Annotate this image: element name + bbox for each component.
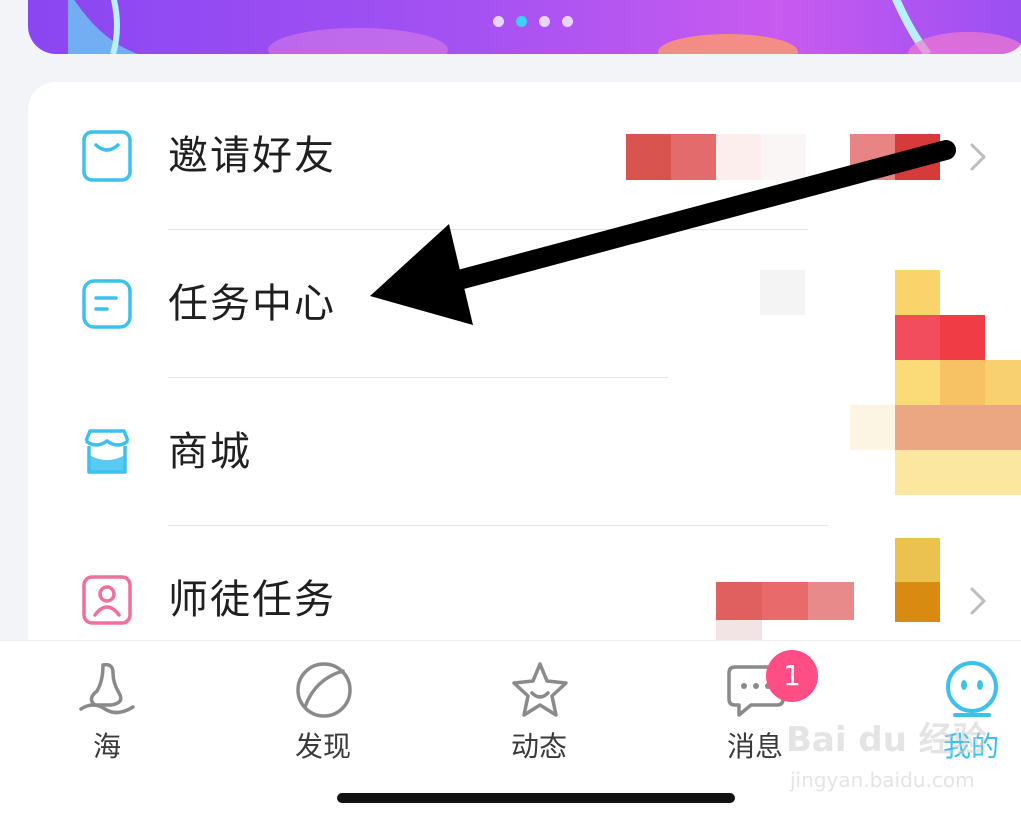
tab-label: 发现: [294, 730, 351, 763]
invite-icon: [82, 130, 132, 182]
tab-label: 海: [92, 730, 121, 763]
page-dot[interactable]: [493, 16, 504, 27]
task-center-icon: [82, 279, 132, 329]
banner-decoration: [68, 0, 1021, 54]
message-badge: 1: [766, 650, 818, 702]
top-banner[interactable]: [28, 0, 1021, 54]
banner-pagination: [28, 16, 1021, 27]
sea-icon: [79, 662, 135, 715]
page-dot[interactable]: [562, 16, 573, 27]
home-indicator[interactable]: [337, 793, 735, 803]
tab-discover[interactable]: 发现: [263, 659, 383, 769]
menu-item-label: 师徒任务: [168, 577, 336, 623]
discover-icon: [296, 662, 352, 718]
blurred-content: [716, 582, 854, 642]
page-dot-active[interactable]: [516, 16, 527, 27]
baidu-jingyan-watermark: Bai du 经验 jingyan.baidu.com: [786, 712, 1016, 812]
watermark-main: Bai du 经验: [786, 720, 987, 760]
blurred-avatar-area: [848, 270, 1021, 650]
shop-icon: [84, 429, 130, 474]
menu-item-invite-friends[interactable]: 邀请好友: [28, 82, 1021, 230]
tab-label: 动态: [510, 730, 567, 763]
blurred-content: [626, 134, 946, 180]
menu-item-label: 任务中心: [168, 281, 336, 327]
tab-sea[interactable]: 海: [47, 659, 167, 769]
menu-item-label: 邀请好友: [168, 133, 336, 179]
page-dot[interactable]: [539, 16, 550, 27]
blurred-content: [760, 270, 805, 315]
menu-item-label: 商城: [168, 429, 252, 475]
tab-feed[interactable]: 动态: [479, 659, 599, 769]
chevron-right-icon: [970, 143, 986, 171]
mentor-icon: [82, 575, 132, 625]
feed-star-icon: [512, 662, 568, 717]
watermark-url: jingyan.baidu.com: [790, 768, 975, 792]
